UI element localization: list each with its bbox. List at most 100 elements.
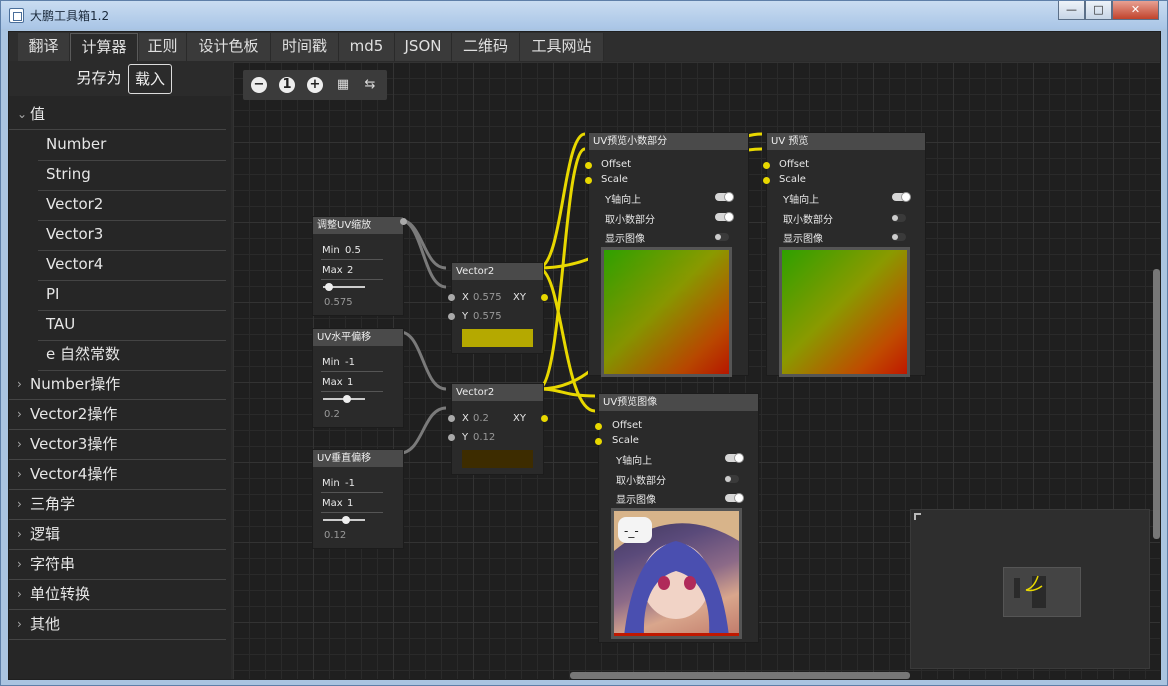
- tree-group-vector4-ops[interactable]: › Vector4操作: [9, 460, 226, 490]
- tab-qrcode[interactable]: 二维码: [452, 33, 520, 61]
- horizontal-scrollbar[interactable]: [570, 672, 910, 679]
- minimap-viewport[interactable]: [1003, 567, 1081, 617]
- slider-value: 0.2: [324, 409, 340, 420]
- uv-v-offset-slider[interactable]: [323, 516, 365, 524]
- tree-item-vector4[interactable]: Vector4: [9, 250, 226, 281]
- preview-image: -_-: [611, 508, 742, 639]
- flip-y-toggle[interactable]: [715, 192, 734, 202]
- node-uv-preview[interactable]: UV 预览 Offset Scale Y轴向上 取小数部分 显示图像: [763, 132, 926, 377]
- max-value[interactable]: 1: [347, 377, 353, 388]
- node-uv-fraction-preview[interactable]: UV预览小数部分 Offset Scale Y轴向上 取小数部分 显示图像: [585, 132, 749, 377]
- maximize-button[interactable]: □: [1085, 1, 1112, 20]
- tree-group-unit-conversion[interactable]: › 单位转换: [9, 580, 226, 610]
- minimap[interactable]: [910, 509, 1150, 669]
- tree-group-other[interactable]: › 其他: [9, 610, 226, 640]
- tree-item-string[interactable]: String: [9, 160, 226, 191]
- node-vector2-b[interactable]: Vector2 X 0.2 XY Y 0.12: [448, 383, 548, 475]
- app-window: 大鹏工具箱1.2 — □ ✕ 翻译 计算器 正则 设计色板 时间戳 md5 JS…: [0, 0, 1168, 686]
- tree-item-number[interactable]: Number: [9, 130, 226, 161]
- node-uv-v-offset[interactable]: UV垂直偏移 Min -1 Max 1 0.12: [312, 449, 404, 549]
- input-pin-offset[interactable]: [585, 162, 592, 169]
- tree-group-logic[interactable]: › 逻辑: [9, 520, 226, 550]
- min-value[interactable]: -1: [345, 478, 355, 489]
- output-pin[interactable]: [400, 218, 407, 225]
- flip-y-toggle[interactable]: [725, 453, 744, 463]
- output-pin-xy[interactable]: [541, 415, 548, 422]
- tab-calculator[interactable]: 计算器: [70, 33, 138, 61]
- minimize-button[interactable]: —: [1058, 1, 1085, 20]
- tree-group-string[interactable]: › 字符串: [9, 550, 226, 580]
- tab-timestamp[interactable]: 时间戳: [271, 33, 339, 61]
- tree-group-values[interactable]: ⌄ 值: [9, 100, 226, 130]
- uv-preview-image: [601, 247, 732, 377]
- node-vector2-a[interactable]: Vector2 X 0.575 XY Y 0.575: [448, 262, 548, 354]
- show-image-toggle[interactable]: [715, 233, 729, 241]
- title-bar[interactable]: 大鹏工具箱1.2 — □ ✕: [1, 1, 1167, 29]
- uv-h-offset-slider[interactable]: [323, 395, 365, 403]
- tab-json[interactable]: JSON: [395, 33, 452, 61]
- slider-handle[interactable]: [343, 395, 352, 403]
- save-as-button[interactable]: 另存为: [71, 64, 127, 94]
- tree-group-vector2-ops[interactable]: › Vector2操作: [9, 400, 226, 430]
- node-uv-h-offset[interactable]: UV水平偏移 Min -1 Max 1 0.2: [312, 328, 404, 428]
- tab-color-palette[interactable]: 设计色板: [187, 33, 271, 61]
- close-button[interactable]: ✕: [1112, 1, 1159, 20]
- input-pin-x[interactable]: [448, 294, 455, 301]
- fraction-toggle[interactable]: [725, 475, 739, 483]
- minimap-content: [1014, 575, 1046, 608]
- tree-item-vector2[interactable]: Vector2: [9, 190, 226, 221]
- input-pin-scale[interactable]: [763, 177, 770, 184]
- slider-value: 0.575: [324, 297, 353, 308]
- sidebar-toolbar: 另存为 载入: [9, 62, 231, 96]
- min-value[interactable]: 0.5: [345, 245, 361, 256]
- node-title: UV 预览: [767, 133, 925, 150]
- y-value: 0.575: [473, 311, 502, 322]
- load-button[interactable]: 载入: [128, 64, 172, 94]
- x-value: 0.2: [473, 413, 489, 424]
- vertical-scrollbar[interactable]: [1153, 269, 1160, 539]
- input-pin-y[interactable]: [448, 434, 455, 441]
- uv-scale-slider[interactable]: [323, 283, 365, 291]
- show-image-toggle[interactable]: [892, 233, 906, 241]
- color-swatch: [462, 329, 533, 347]
- node-title: Vector2: [452, 263, 543, 280]
- tree-group-number-ops[interactable]: › Number操作: [9, 370, 226, 400]
- show-image-toggle[interactable]: [725, 493, 744, 503]
- input-pin-scale[interactable]: [585, 177, 592, 184]
- input-pin-offset[interactable]: [595, 423, 602, 430]
- chevron-right-icon: ›: [17, 527, 22, 541]
- node-title: Vector2: [452, 384, 543, 401]
- max-value[interactable]: 1: [347, 498, 353, 509]
- tree-item-tau[interactable]: TAU: [9, 310, 226, 341]
- node-uv-image-preview[interactable]: UV预览图像 Offset Scale Y轴向上 取小数部分 显示图像 -_-: [595, 393, 759, 643]
- min-value[interactable]: -1: [345, 357, 355, 368]
- fraction-toggle[interactable]: [715, 212, 734, 222]
- uv-preview-image: [779, 247, 910, 377]
- flip-y-label: Y轴向上: [616, 456, 653, 467]
- chevron-right-icon: ›: [17, 377, 22, 391]
- underline: [321, 512, 383, 513]
- tree-group-trigonometry[interactable]: › 三角学: [9, 490, 226, 520]
- tree-group-vector3-ops[interactable]: › Vector3操作: [9, 430, 226, 460]
- input-pin-y[interactable]: [448, 313, 455, 320]
- x-label: X: [462, 292, 469, 303]
- flip-y-toggle[interactable]: [892, 192, 911, 202]
- tab-tool-sites[interactable]: 工具网站: [520, 33, 604, 61]
- fraction-toggle[interactable]: [892, 214, 906, 222]
- slider-handle[interactable]: [324, 283, 333, 291]
- slider-handle[interactable]: [342, 516, 351, 524]
- tree-item-pi[interactable]: PI: [9, 280, 226, 311]
- input-pin-offset[interactable]: [763, 162, 770, 169]
- tab-translate[interactable]: 翻译: [18, 33, 70, 61]
- input-pin-scale[interactable]: [595, 438, 602, 445]
- input-pin-x[interactable]: [448, 415, 455, 422]
- max-label: Max: [322, 498, 343, 509]
- tree-item-vector3[interactable]: Vector3: [9, 220, 226, 251]
- node-canvas[interactable]: − 1 + ▦ ⇆ 调整UV缩放 Min 0.5 Max 2 0.575 UV水…: [233, 62, 1160, 679]
- max-value[interactable]: 2: [347, 265, 353, 276]
- node-uv-scale[interactable]: 调整UV缩放 Min 0.5 Max 2 0.575: [312, 216, 407, 316]
- tree-item-e[interactable]: e 自然常数: [9, 340, 226, 371]
- tab-md5[interactable]: md5: [339, 33, 395, 61]
- tab-regex[interactable]: 正则: [139, 33, 187, 61]
- output-pin-xy[interactable]: [541, 294, 548, 301]
